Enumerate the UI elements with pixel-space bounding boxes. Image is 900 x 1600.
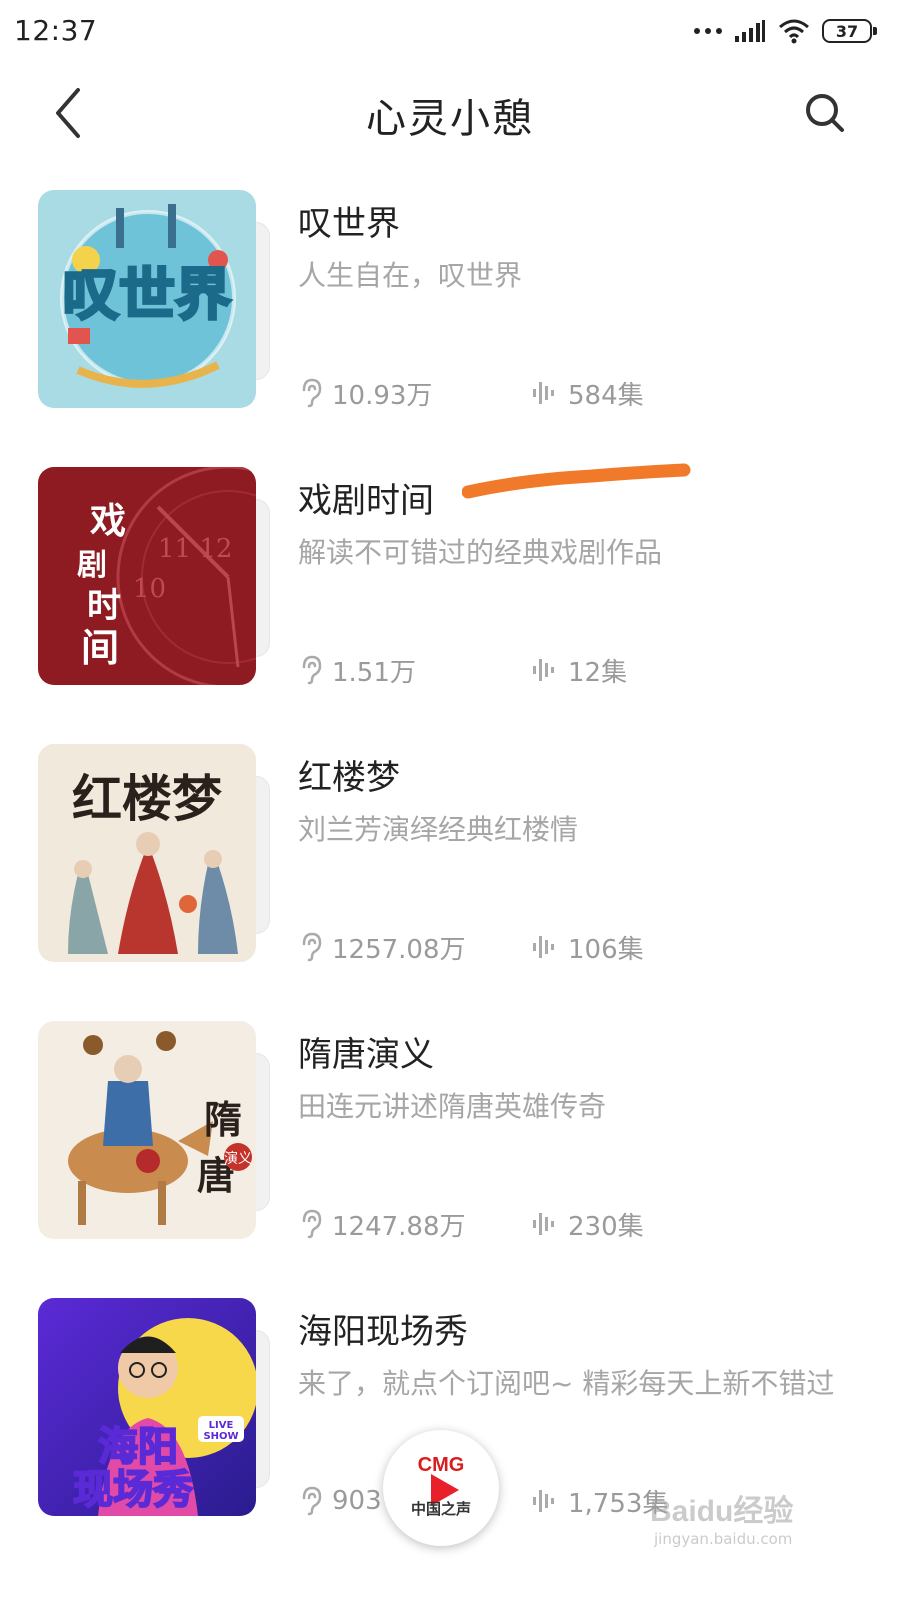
album-desc: 解读不可错过的经典戏剧作品 [298,536,663,569]
album-cover: 11 12 10 戏 剧 时 间 [38,467,256,685]
audio-wave-icon [533,1213,554,1235]
svg-text:戏: 戏 [90,500,126,542]
album-cover-stack: 11 12 10 戏 剧 时 间 [38,467,270,687]
ear-icon [302,1209,322,1239]
play-count-value: 1.51万 [332,657,416,688]
status-time: 12:37 [14,14,98,47]
svg-text:SHOW: SHOW [203,1431,238,1442]
album-item-tanshijie[interactable]: 叹世界 叹世界 人生自在，叹世界 10.93万 584集 [0,190,900,412]
play-count: 1247.88万 [300,1206,532,1243]
album-item-hongloumeng[interactable]: 红楼梦 红楼梦 刘兰芳演绎经典红楼情 1257.08万 106集 [0,744,900,966]
album-cover-stack: 海阳 现场秀 LIVE SHOW [38,1298,270,1518]
svg-text:10: 10 [133,574,166,604]
battery-level: 37 [835,21,859,41]
episode-count: 12集 [532,652,627,689]
audio-wave-icon [533,382,554,404]
ear-icon [302,655,322,685]
highlight-annotation [462,463,691,499]
screen: 12:37 37 心灵小憩 叹世界 叹世界 人生自在，叹世界 10.93万 58… [0,0,900,1600]
battery-icon: 37 [822,19,877,43]
signal-icon [735,20,765,42]
svg-text:间: 间 [81,625,119,670]
cover-text: 叹世界 [63,263,231,328]
svg-text:演义: 演义 [224,1151,252,1167]
ear-icon [302,932,322,962]
album-cover: 红楼梦 [38,744,256,962]
album-cover-stack: 叹世界 [38,190,270,410]
album-stats: 1257.08万 106集 [300,929,644,966]
album-stats: 10.93万 584集 [300,375,644,412]
album-title: 隋唐演义 [298,1035,434,1075]
play-count: 1.51万 [300,652,532,689]
svg-text:隋: 隋 [204,1097,242,1142]
ear-icon [302,1486,322,1516]
header: 心灵小憩 [0,68,900,158]
episode-count: 106集 [532,929,644,966]
baidu-watermark: Baidu经验 jingyan.baidu.com [650,1486,830,1556]
cover-text: 红楼梦 [72,769,222,828]
watermark-text: Baidu经验 [650,1495,794,1528]
album-item-suitangyanyi[interactable]: 隋 唐 演义 隋唐演义 田连元讲述隋唐英雄传奇 1247.88万 230集 [0,1021,900,1243]
album-title: 红楼梦 [298,758,400,798]
play-count: 1257.08万 [300,929,532,966]
play-count-value: 1257.08万 [332,934,466,965]
album-stats: 1.51万 12集 [300,652,627,689]
album-item-xijushijian[interactable]: 11 12 10 戏 剧 时 间 戏剧时间 解读不可错过的经典戏剧作品 1.51… [0,467,900,689]
page-title: 心灵小憩 [366,96,534,142]
album-cover: 隋 唐 演义 [38,1021,256,1239]
svg-text:剧: 剧 [77,548,107,583]
play-count-value: 10.93万 [332,380,433,411]
play-count: 10.93万 [300,375,532,412]
album-title: 叹世界 [298,204,400,244]
mini-player-button[interactable]: CMG 中国之声 [383,1430,499,1546]
svg-text:时: 时 [87,586,121,626]
audio-wave-icon [533,659,554,681]
ear-icon [302,378,322,408]
episode-count-value: 584集 [568,380,644,411]
album-cover-stack: 隋 唐 演义 [38,1021,270,1241]
play-count-value: 1247.88万 [332,1211,466,1242]
episode-count: 584集 [532,375,644,412]
svg-text:11 12: 11 12 [158,534,232,564]
svg-text:海阳: 海阳 [98,1424,178,1470]
status-icons: 37 [694,16,877,46]
svg-text:LIVE: LIVE [209,1420,234,1431]
wifi-icon [779,19,809,44]
album-desc: 人生自在，叹世界 [298,259,523,292]
album-cover: 海阳 现场秀 LIVE SHOW [38,1298,256,1516]
search-icon [806,94,844,132]
album-title: 戏剧时间 [298,481,434,521]
album-desc: 刘兰芳演绎经典红楼情 [298,813,579,846]
audio-wave-icon [533,1490,554,1512]
station-name: 中国之声 [410,1500,471,1518]
status-bar: 12:37 37 [0,0,900,62]
audio-wave-icon [533,936,554,958]
album-title: 海阳现场秀 [298,1312,468,1352]
episode-count-value: 12集 [568,657,628,688]
search-button[interactable] [798,86,854,142]
album-cover: 叹世界 [38,190,256,408]
svg-text:现场秀: 现场秀 [73,1467,193,1513]
episode-count: 1,753集 [532,1483,668,1520]
watermark-url: jingyan.baidu.com [654,1530,793,1548]
episode-count-value: 230集 [568,1211,644,1242]
episode-count: 230集 [532,1206,644,1243]
more-notifications-icon [694,28,722,34]
episode-count-value: 106集 [568,934,644,965]
album-desc: 来了，就点个订阅吧~ 精彩每天上新不错过 [298,1367,835,1400]
album-cover-stack: 红楼梦 [38,744,270,964]
play-count-value: 903 [332,1486,382,1516]
album-desc: 田连元讲述隋唐英雄传奇 [298,1090,607,1123]
album-stats: 1247.88万 230集 [300,1206,644,1243]
